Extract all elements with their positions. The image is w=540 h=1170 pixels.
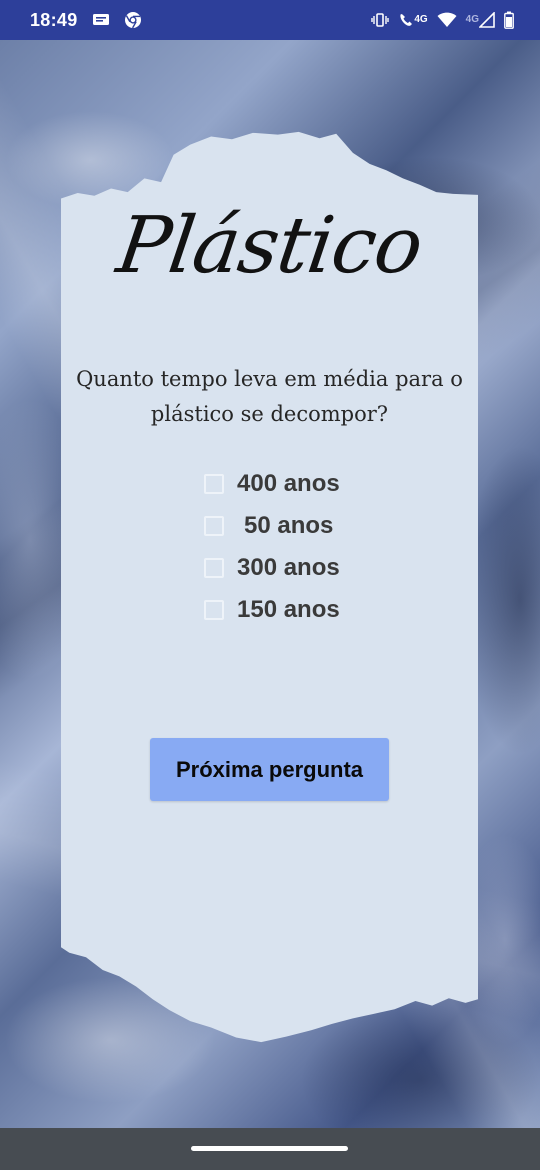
wifi-icon — [437, 12, 457, 28]
network-type-label: 4G — [414, 14, 428, 25]
option-400-anos[interactable]: 400 anos — [204, 463, 340, 505]
question-line-1: Quanto tempo leva em média para o — [76, 367, 463, 391]
network-type-label-secondary: 4G — [465, 14, 479, 25]
status-bar: 18:49 4G 4G — [0, 0, 540, 40]
option-label: 400 anos — [237, 470, 340, 497]
chrome-icon — [124, 11, 142, 29]
checkbox[interactable] — [204, 600, 224, 620]
status-time: 18:49 — [30, 9, 78, 30]
battery-icon — [504, 11, 514, 29]
page-title: Plástico — [111, 201, 428, 291]
checkbox[interactable] — [204, 558, 224, 578]
home-gesture-handle[interactable] — [191, 1146, 348, 1151]
next-question-button[interactable]: Próxima pergunta — [150, 738, 389, 801]
message-icon — [92, 12, 110, 28]
question-line-2: plástico se decompor? — [150, 402, 389, 426]
vibrate-icon — [371, 12, 390, 28]
answer-options: 400 anos 50 anos 300 anos 150 anos — [204, 463, 340, 631]
wifi-call-icon: 4G — [398, 12, 428, 28]
checkbox[interactable] — [204, 474, 224, 494]
option-300-anos[interactable]: 300 anos — [204, 547, 340, 589]
navigation-bar — [0, 1128, 540, 1170]
option-50-anos[interactable]: 50 anos — [204, 505, 340, 547]
question-text: Quanto tempo leva em média para o plásti… — [61, 362, 478, 432]
option-label: 150 anos — [237, 596, 340, 623]
signal-icon: 4G — [466, 12, 495, 28]
screen: 18:49 4G 4G Plástico Quanto tempo leva e… — [0, 0, 540, 1170]
option-label: 300 anos — [237, 554, 340, 581]
option-150-anos[interactable]: 150 anos — [204, 589, 340, 631]
checkbox[interactable] — [204, 516, 224, 536]
option-label: 50 anos — [244, 512, 334, 539]
